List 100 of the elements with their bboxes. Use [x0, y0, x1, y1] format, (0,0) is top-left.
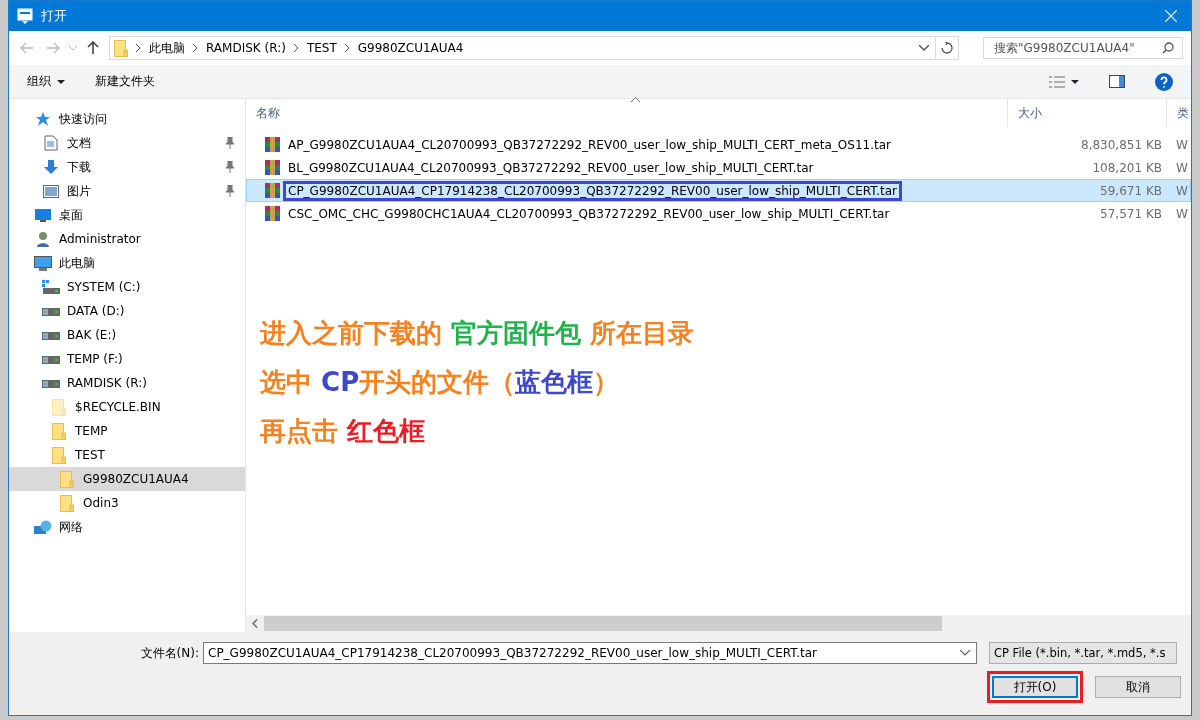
folder-icon — [114, 39, 128, 57]
new-folder-button[interactable]: 新建文件夹 — [95, 73, 155, 90]
drive-icon — [42, 330, 60, 340]
file-row[interactable]: AP_G9980ZCU1AUA4_CL20700993_QB37272292_REV00_user_low_ship_MULTI_CERT_meta_OS11.tar 8,830,851 KB W — [246, 133, 1191, 156]
pin-icon[interactable] — [225, 185, 235, 197]
column-header[interactable]: 类 — [1167, 99, 1191, 127]
drive-icon — [42, 378, 60, 388]
chevron-right-icon — [344, 44, 350, 52]
file-name: CSC_OMC_CHC_G9980CHC1AUA4_CL20700993_QB37272292_REV00_user_low_ship_MULTI_CERT.tar — [287, 206, 891, 221]
open-button[interactable]: 打开(O) — [992, 676, 1078, 698]
breadcrumb[interactable]: TEST — [306, 41, 337, 55]
sidebar-item[interactable]: Odin3 — [9, 491, 245, 515]
table-cell-text: W — [1175, 206, 1189, 221]
file-name: CP_G9980ZCU1AUA4_CP17914238_CL20700993_QB37272292_REV00_user_low_ship_MULTI_CERT.tar — [286, 183, 899, 198]
file-row[interactable]: CP_G9980ZCU1AUA4_CP17914238_CL20700993_QB37272292_REV00_user_low_ship_MULTI_CERT.tar 59,671 KB W — [246, 179, 1191, 202]
sidebar-item[interactable]: TEMP — [9, 419, 245, 443]
folder-icon — [52, 446, 66, 464]
search-icon — [1162, 42, 1174, 54]
chevron-down-icon — [960, 650, 970, 656]
sidebar-item[interactable]: TEMP (F:) — [9, 347, 245, 371]
pin-icon[interactable] — [225, 137, 235, 149]
sidebar-item[interactable]: DATA (D:) — [9, 299, 245, 323]
folder-icon — [60, 470, 74, 488]
desktop-icon — [35, 208, 51, 222]
sidebar-item[interactable]: 桌面 — [9, 203, 245, 227]
archive-icon — [265, 160, 280, 175]
table-cell-text: W — [1175, 183, 1189, 198]
breadcrumb[interactable]: G9980ZCU1AUA4 — [357, 41, 464, 55]
folder-icon — [60, 494, 74, 512]
annotation-text: 选中 CP开头的文件（蓝色框） — [260, 366, 621, 398]
archive-icon — [265, 206, 280, 221]
pin-icon[interactable] — [225, 161, 235, 173]
right-arrow-icon — [46, 42, 60, 54]
chevron-right-icon — [193, 44, 198, 52]
view-menu[interactable] — [1049, 75, 1079, 88]
dialog-icon — [17, 8, 33, 24]
drive-icon — [42, 306, 60, 316]
sidebar-item[interactable]: G9980ZCU1AUA4 — [9, 467, 245, 491]
annotation-text: 再点击 红色框 — [260, 415, 427, 447]
sidebar-item[interactable]: SYSTEM (C:) — [9, 275, 245, 299]
archive-icon — [265, 137, 280, 152]
sort-caret-icon — [631, 97, 640, 102]
address-bar[interactable]: 此电脑 RAMDISK (R:) TEST G9980ZCU1AUA4 — [109, 36, 936, 60]
breadcrumb[interactable]: RAMDISK (R:) — [206, 41, 286, 55]
help-icon[interactable] — [1155, 72, 1173, 91]
organize-menu[interactable]: 组织 — [27, 73, 65, 90]
folder-icon — [52, 398, 66, 416]
search-field[interactable]: 搜索"G9980ZCU1AUA4" — [983, 37, 1183, 59]
network-icon — [34, 519, 52, 535]
sidebar-item[interactable]: TEST — [9, 443, 245, 467]
caret-icon — [57, 79, 65, 84]
filename-label: 文件名(N): — [139, 644, 199, 662]
sidebar-item[interactable]: Administrator — [9, 227, 245, 251]
folder-icon — [52, 422, 66, 440]
user-icon — [36, 231, 50, 247]
file-size: 57,571 KB — [1099, 206, 1163, 221]
star-icon — [35, 111, 51, 127]
column-header[interactable]: 大小 — [1008, 99, 1167, 127]
sidebar-item[interactable]: $RECYCLE.BIN — [9, 395, 245, 419]
file-name: BL_G9980ZCU1AUA4_CL20700993_QB37272292_REV00_user_low_ship_MULTI_CERT.tar — [287, 160, 815, 175]
sidebar-item[interactable]: 网络 — [9, 515, 245, 539]
list-view-icon — [1049, 75, 1065, 88]
caret-icon — [1071, 79, 1079, 84]
close-icon — [1165, 10, 1177, 22]
file-row[interactable]: CSC_OMC_CHC_G9980CHC1AUA4_CL20700993_QB37272292_REV00_user_low_ship_MULTI_CERT.tar 57,571 KB W — [246, 202, 1191, 225]
file-size: 108,201 KB — [1091, 160, 1163, 175]
document-icon — [44, 135, 58, 151]
file-name: AP_G9980ZCU1AUA4_CL20700993_QB37272292_REV00_user_low_ship_MULTI_CERT_meta_OS11.tar — [287, 137, 892, 152]
left-arrow-icon — [20, 42, 34, 54]
breadcrumb[interactable]: 此电脑 — [149, 39, 185, 57]
up-arrow-icon — [87, 41, 99, 55]
sidebar-item[interactable]: 图片 — [9, 179, 245, 203]
table-cell-text: W — [1175, 137, 1189, 152]
chevron-right-icon — [293, 44, 299, 52]
file-size: 8,830,851 KB — [1080, 137, 1163, 152]
sidebar-item[interactable]: RAMDISK (R:) — [9, 371, 245, 395]
cancel-button[interactable]: 取消 — [1095, 676, 1181, 698]
drive-icon — [42, 354, 60, 364]
chevron-right-icon — [136, 44, 141, 52]
filename-field[interactable]: CP_G9980ZCU1AUA4_CP17914238_CL20700993_QB37272292_REV00_user_low_ship_MULTI_CERT.tar — [203, 642, 977, 664]
down-arrow-icon — [43, 159, 59, 175]
file-row[interactable]: BL_G9980ZCU1AUA4_CL20700993_QB37272292_REV00_user_low_ship_MULTI_CERT.tar 108,201 KB W — [246, 156, 1191, 179]
sidebar-item[interactable]: BAK (E:) — [9, 323, 245, 347]
scroll-left-icon[interactable] — [252, 619, 258, 628]
sidebar-item[interactable]: 此电脑 — [9, 251, 245, 275]
file-type-dropdown[interactable]: CP File (*.bin, *.tar, *.md5, *.s — [989, 642, 1177, 664]
sidebar-item[interactable]: 文档 — [9, 131, 245, 155]
annotation-text: 进入之前下载的 官方固件包 所在目录 — [260, 317, 695, 349]
sidebar-item[interactable]: 快速访问 — [9, 107, 245, 131]
monitor-icon — [34, 255, 52, 271]
refresh-button[interactable] — [936, 36, 959, 60]
chevron-down-icon[interactable] — [919, 45, 929, 51]
file-size: 59,671 KB — [1099, 183, 1163, 198]
archive-icon — [265, 183, 280, 198]
sidebar-item[interactable]: 下载 — [9, 155, 245, 179]
picture-icon — [43, 184, 59, 198]
horizontal-scrollbar[interactable] — [246, 615, 1191, 632]
drive-icon — [42, 280, 60, 294]
column-header[interactable]: 名称 — [246, 99, 1008, 127]
preview-pane-icon[interactable] — [1109, 75, 1125, 88]
